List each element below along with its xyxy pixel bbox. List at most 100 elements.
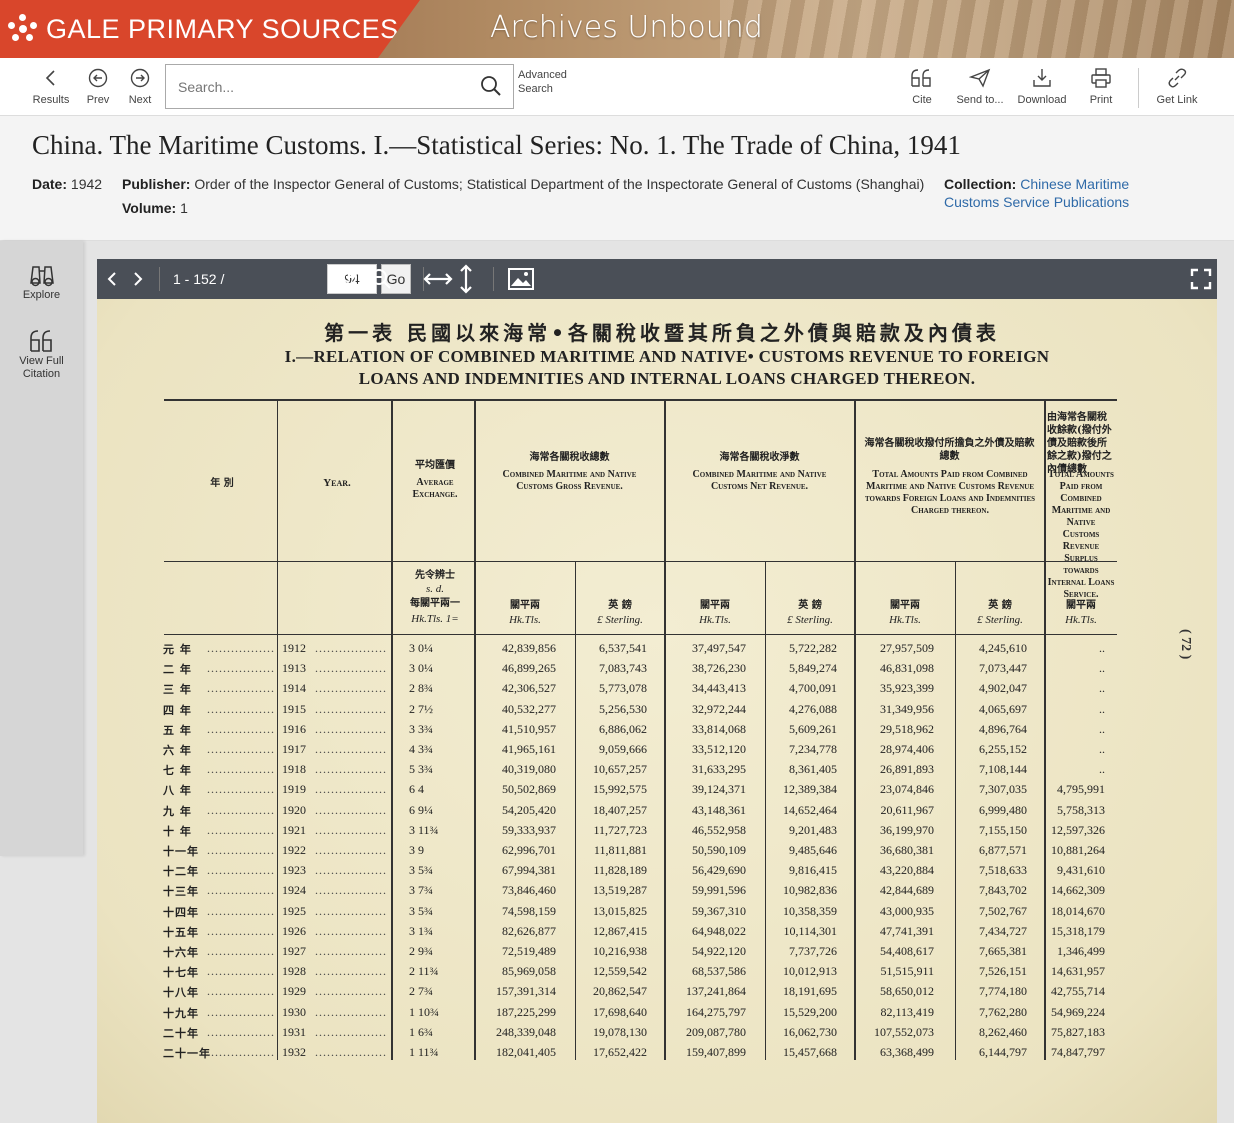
gross-sterling-cell: 5,256,530 bbox=[599, 701, 647, 716]
leader-dots: .................... bbox=[315, 701, 387, 716]
gross-hk-cell: 85,969,058 bbox=[502, 964, 556, 979]
row-exchange: 6 9¼ bbox=[409, 802, 433, 817]
collection-link-2[interactable]: Customs Service Publications bbox=[944, 194, 1129, 210]
gross-sterling-cell: 19,078,130 bbox=[593, 1024, 647, 1039]
paid-hk-cell: 27,957,509 bbox=[880, 641, 934, 655]
row-exchange: 5 3¾ bbox=[409, 762, 433, 777]
results-button[interactable]: Results bbox=[30, 58, 72, 116]
viewer-divider bbox=[493, 267, 494, 291]
search-icon[interactable] bbox=[479, 74, 503, 98]
leader-dots: .................... bbox=[315, 1004, 387, 1019]
collection-label: Collection: bbox=[944, 176, 1017, 192]
paid-sterling-cell: 7,774,180 bbox=[979, 984, 1027, 999]
send-to-button[interactable]: Send to... bbox=[952, 58, 1008, 116]
paid-sterling-cell: 7,518,633 bbox=[979, 863, 1027, 878]
net-hk-cell: 50,590,109 bbox=[692, 843, 746, 857]
row-exchange: 1 6¾ bbox=[409, 1024, 433, 1039]
surplus-cell: .. bbox=[1099, 721, 1105, 736]
header-year-chinese: 年 別 bbox=[210, 478, 234, 489]
net-sterling-cell: 9,485,646 bbox=[789, 843, 837, 857]
brand-logo[interactable]: GALE PRIMARY SOURCES bbox=[0, 0, 420, 58]
net-hk-cell: 137,241,864 bbox=[686, 984, 746, 999]
surplus-cell: 1,346,499 bbox=[1057, 944, 1105, 958]
next-page-button[interactable] bbox=[131, 259, 145, 299]
net-hk-cell: 38,726,230 bbox=[692, 661, 746, 676]
unit-surplus-hk: Hk.Tls. bbox=[1065, 614, 1097, 626]
table-row: 二 年...................1913..............… bbox=[97, 659, 1217, 679]
leader-dots: .................... bbox=[315, 944, 387, 958]
leader-dots: ................... bbox=[207, 923, 275, 938]
download-button[interactable]: Download bbox=[1012, 58, 1072, 116]
prev-button[interactable]: Prev bbox=[82, 58, 114, 116]
table-row: 九 年...................1920..............… bbox=[97, 801, 1217, 821]
fit-width-icon bbox=[423, 273, 453, 285]
date-value: 1942 bbox=[70, 176, 103, 192]
net-sterling-cell: 15,529,200 bbox=[783, 1004, 837, 1019]
table-row: 十三年...................1924..............… bbox=[97, 881, 1217, 901]
volume-label: Volume: bbox=[122, 200, 177, 216]
net-sterling-cell: 10,982,836 bbox=[783, 883, 837, 898]
advanced-search-link[interactable]: Advanced Search bbox=[518, 68, 567, 96]
leader-dots: .................... bbox=[315, 1045, 387, 1059]
table-title-chinese: 第一表 民國以來海常•各關稅收暨其所負之外債與賠款及內債表 bbox=[324, 321, 1000, 345]
fullscreen-icon[interactable] bbox=[1190, 268, 1212, 290]
zoom-in-button[interactable] bbox=[339, 259, 363, 299]
unit-surplus-hk-chinese: 關平兩 bbox=[1066, 600, 1096, 611]
view-full-citation-button[interactable]: View Full Citation bbox=[0, 327, 83, 381]
gross-hk-cell: 40,532,277 bbox=[502, 701, 556, 716]
net-hk-cell: 68,537,586 bbox=[692, 964, 746, 979]
paid-sterling-cell: 7,155,150 bbox=[979, 822, 1027, 837]
unit-net-sterling-chinese: 英 鎊 bbox=[798, 600, 822, 611]
table-title-english-line-1: I.—RELATION OF COMBINED MARITIME AND NAT… bbox=[284, 347, 1050, 366]
paid-sterling-cell: 4,065,697 bbox=[979, 701, 1027, 716]
get-link-button[interactable]: Get Link bbox=[1152, 58, 1202, 116]
table-row: 六 年...................1917..............… bbox=[97, 740, 1217, 760]
paid-hk-cell: 31,349,956 bbox=[880, 701, 934, 716]
zoom-out-button[interactable] bbox=[369, 259, 393, 299]
collection-link-1[interactable]: Chinese Maritime bbox=[1020, 176, 1129, 192]
fit-width-button[interactable] bbox=[423, 259, 453, 299]
search-input[interactable] bbox=[166, 78, 466, 95]
leader-dots: ................... bbox=[207, 984, 275, 999]
surplus-cell: 14,662,309 bbox=[1051, 883, 1105, 898]
paid-hk-cell: 82,113,419 bbox=[880, 1004, 934, 1019]
page-range-label: 1 - 152 / bbox=[173, 271, 225, 287]
print-button[interactable]: Print bbox=[1082, 58, 1120, 116]
next-label: Next bbox=[128, 94, 152, 106]
explore-button[interactable]: Explore bbox=[0, 261, 83, 302]
paid-hk-cell: 36,680,381 bbox=[880, 843, 934, 857]
unit-gross-sterling-chinese: 英 鎊 bbox=[608, 600, 632, 611]
header-gross-chinese: 海常各關稅收總數 bbox=[529, 452, 610, 463]
image-view-button[interactable] bbox=[507, 259, 535, 299]
chevron-left-icon bbox=[107, 272, 116, 286]
product-title: Archives Unbound bbox=[490, 10, 763, 45]
next-button[interactable]: Next bbox=[124, 58, 156, 116]
surplus-cell: 54,969,224 bbox=[1051, 1004, 1105, 1019]
net-hk-cell: 33,512,120 bbox=[692, 742, 746, 756]
gross-hk-cell: 50,502,869 bbox=[502, 782, 556, 797]
previous-page-button[interactable] bbox=[105, 259, 119, 299]
publisher-value: Order of the Inspector General of Custom… bbox=[194, 176, 925, 192]
gross-sterling-cell: 15,992,575 bbox=[593, 782, 647, 797]
leader-dots: ................... bbox=[207, 843, 275, 857]
leader-dots: .................... bbox=[315, 923, 387, 938]
publisher-field: Publisher: Order of the Inspector Genera… bbox=[122, 175, 932, 193]
cite-label: Cite bbox=[912, 94, 932, 106]
row-exchange: 2 9¾ bbox=[409, 944, 433, 958]
table-row: 二十年...................1931..............… bbox=[97, 1023, 1217, 1043]
paid-sterling-cell: 7,434,727 bbox=[979, 923, 1027, 938]
leader-dots: .................... bbox=[315, 742, 387, 756]
document-page-image[interactable]: 第一表 民國以來海常•各關稅收暨其所負之外債與賠款及內債表 I.—RELATIO… bbox=[97, 299, 1217, 1123]
leader-dots: ................... bbox=[207, 1004, 275, 1019]
net-sterling-cell: 4,700,091 bbox=[789, 681, 837, 696]
surplus-cell: .. bbox=[1099, 641, 1105, 655]
gross-hk-cell: 67,994,381 bbox=[502, 863, 556, 878]
net-sterling-cell: 7,737,726 bbox=[789, 944, 837, 958]
explore-label: Explore bbox=[22, 289, 61, 301]
cite-button[interactable]: Cite bbox=[902, 58, 942, 116]
send-to-label: Send to... bbox=[956, 94, 1004, 106]
paid-sterling-cell: 4,902,047 bbox=[979, 681, 1027, 696]
fit-height-icon bbox=[460, 264, 472, 294]
header-year: Year. bbox=[323, 477, 351, 489]
fit-height-button[interactable] bbox=[459, 259, 473, 299]
